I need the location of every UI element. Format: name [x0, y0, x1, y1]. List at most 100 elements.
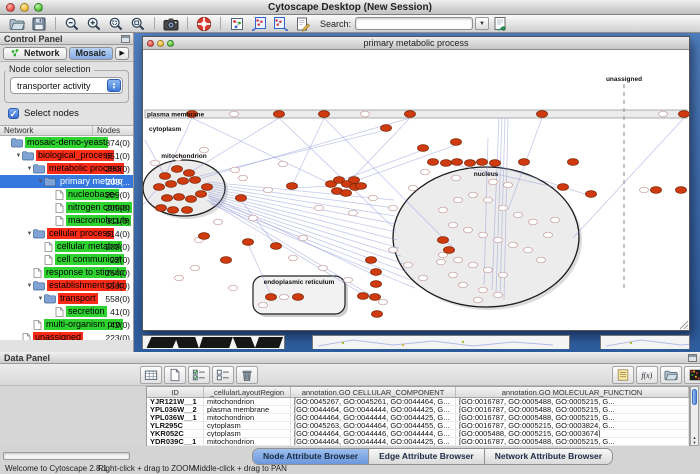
graph-node-highlighted[interactable] [266, 294, 277, 301]
graph-node-highlighted[interactable] [651, 187, 662, 194]
graph-node-unselected[interactable] [200, 147, 209, 153]
tab-node-attribute-browser[interactable]: Node Attribute Browser [253, 449, 369, 464]
graph-node-unselected[interactable] [437, 259, 446, 265]
graph-node-highlighted[interactable] [319, 111, 330, 118]
select-nodes-checkbox[interactable]: ✓ [8, 108, 19, 119]
function-builder-button[interactable]: f(x) [636, 366, 658, 384]
graph-node-unselected[interactable] [544, 232, 553, 238]
graph-edge[interactable] [573, 118, 684, 238]
export-network-button[interactable] [270, 15, 292, 32]
graph-node-highlighted[interactable] [202, 184, 213, 191]
tree-item-macromolecule[interactable]: macromolecule311(0) [0, 214, 133, 227]
graph-node-highlighted[interactable] [558, 184, 569, 191]
graph-node-unselected[interactable] [231, 167, 240, 173]
tree-item-cellular-metabol[interactable]: cellular metabol209(0) [0, 240, 133, 253]
node-color-dropdown[interactable]: transporter activity ▲▼ [10, 77, 123, 94]
table-row[interactable]: YPL036W__1mitochondrion[GO:0044464, GO:0… [147, 414, 689, 422]
graph-node-highlighted[interactable] [519, 159, 530, 166]
disclosure-triangle-icon[interactable]: ▼ [37, 296, 44, 302]
graph-node-unselected[interactable] [249, 215, 258, 221]
graph-node-highlighted[interactable] [366, 257, 377, 264]
graph-node-unselected[interactable] [474, 297, 483, 303]
unselect-attributes-button[interactable] [212, 366, 234, 384]
graph-node-highlighted[interactable] [452, 159, 463, 166]
import-network-button[interactable] [248, 15, 270, 32]
graph-node-unselected[interactable] [389, 247, 398, 253]
tab-network-attribute-browser[interactable]: Network Attribute Browser [485, 449, 612, 464]
graph-edge[interactable] [184, 130, 386, 180]
tree-item-nitrogen-compo[interactable]: nitrogen compo209(0) [0, 201, 133, 214]
delete-attribute-button[interactable] [236, 366, 258, 384]
graph-node-highlighted[interactable] [186, 196, 197, 203]
graph-node-highlighted[interactable] [162, 195, 173, 202]
graph-node-highlighted[interactable] [168, 207, 179, 214]
graph-node-highlighted[interactable] [154, 184, 165, 191]
graph-edge[interactable] [208, 188, 396, 224]
graph-node-unselected[interactable] [409, 185, 418, 191]
graph-node-highlighted[interactable] [174, 194, 185, 201]
graph-node-unselected[interactable] [151, 160, 160, 166]
graph-node-unselected[interactable] [289, 255, 298, 261]
graph-node-highlighted[interactable] [358, 293, 369, 300]
graph-node-highlighted[interactable] [679, 111, 690, 118]
tree-item-mosaic-demo-yeast[interactable]: mosaic-demo-yeast874(0) [0, 136, 133, 149]
float-panel-icon[interactable] [121, 35, 130, 43]
graph-node-unselected[interactable] [504, 182, 513, 188]
graph-node-highlighted[interactable] [236, 195, 247, 202]
graph-node-highlighted[interactable] [465, 160, 476, 167]
graph-node-unselected[interactable] [439, 207, 448, 213]
graph-node-unselected[interactable] [454, 197, 463, 203]
graph-edge[interactable] [208, 195, 376, 276]
graph-node-highlighted[interactable] [371, 281, 382, 288]
graph-node-highlighted[interactable] [182, 207, 193, 214]
graph-node-highlighted[interactable] [221, 257, 232, 264]
table-column-header[interactable]: annotation.GO MOLECULAR_FUNCTION [456, 387, 689, 397]
graph-node-highlighted[interactable] [438, 237, 449, 244]
import-attributes-button[interactable] [660, 366, 682, 384]
graph-node-unselected[interactable] [361, 111, 370, 117]
save-button[interactable] [28, 15, 50, 32]
graph-node-unselected[interactable] [537, 257, 546, 263]
graph-node-unselected[interactable] [524, 247, 533, 253]
graph-node-unselected[interactable] [315, 205, 324, 211]
background-window-sliver[interactable] [142, 335, 285, 349]
search-input[interactable] [355, 17, 473, 30]
graph-node-highlighted[interactable] [199, 233, 210, 240]
graph-node-highlighted[interactable] [568, 159, 579, 166]
tree-item-secretion[interactable]: secretion41(0) [0, 305, 133, 318]
graph-node-highlighted[interactable] [271, 243, 282, 250]
tree-item-primary-metabo[interactable]: ▼primary metabo209(... [0, 175, 133, 188]
graph-node-unselected[interactable] [494, 237, 503, 243]
tree-item-response-to-stimulu[interactable]: response to stimulu264(0) [0, 266, 133, 279]
graph-node-unselected[interactable] [259, 302, 268, 308]
graph-node-unselected[interactable] [509, 242, 518, 248]
graph-node-highlighted[interactable] [371, 269, 382, 276]
tree-item-cellular-process[interactable]: ▼cellular process614(0) [0, 227, 133, 240]
overview-button[interactable] [226, 15, 248, 32]
graph-node-highlighted[interactable] [405, 111, 416, 118]
tab-mosaic[interactable]: Mosaic [69, 47, 114, 60]
tree-item-nucleobase-[interactable]: nucleobase-209(0) [0, 188, 133, 201]
tree-item-transport[interactable]: ▼transport558(0) [0, 292, 133, 305]
graph-node-highlighted[interactable] [418, 145, 429, 152]
graph-node-unselected[interactable] [459, 282, 468, 288]
graph-node-highlighted[interactable] [190, 177, 201, 184]
network-canvas[interactable]: plasma membranecytoplasmmitochondrionnuc… [143, 50, 689, 330]
table-column-header[interactable]: _cellularLayoutRegion [204, 387, 291, 397]
graph-node-highlighted[interactable] [172, 166, 183, 173]
graph-node-highlighted[interactable] [341, 190, 352, 197]
graph-node-highlighted[interactable] [428, 159, 439, 166]
search-configure-button[interactable] [489, 15, 511, 32]
graph-node-highlighted[interactable] [166, 181, 177, 188]
graph-node-unselected[interactable] [404, 262, 413, 268]
graph-node-unselected[interactable] [379, 299, 388, 305]
new-attribute-button[interactable] [164, 366, 186, 384]
graph-node-highlighted[interactable] [537, 111, 548, 118]
graph-node-highlighted[interactable] [586, 191, 597, 198]
zoom-fit-button[interactable] [127, 15, 149, 32]
graph-node-unselected[interactable] [494, 292, 503, 298]
disclosure-triangle-icon[interactable]: ▼ [37, 179, 44, 185]
resize-grip-icon[interactable] [678, 319, 689, 330]
graph-edge[interactable] [331, 150, 423, 184]
disclosure-triangle-icon[interactable]: ▼ [26, 283, 33, 289]
